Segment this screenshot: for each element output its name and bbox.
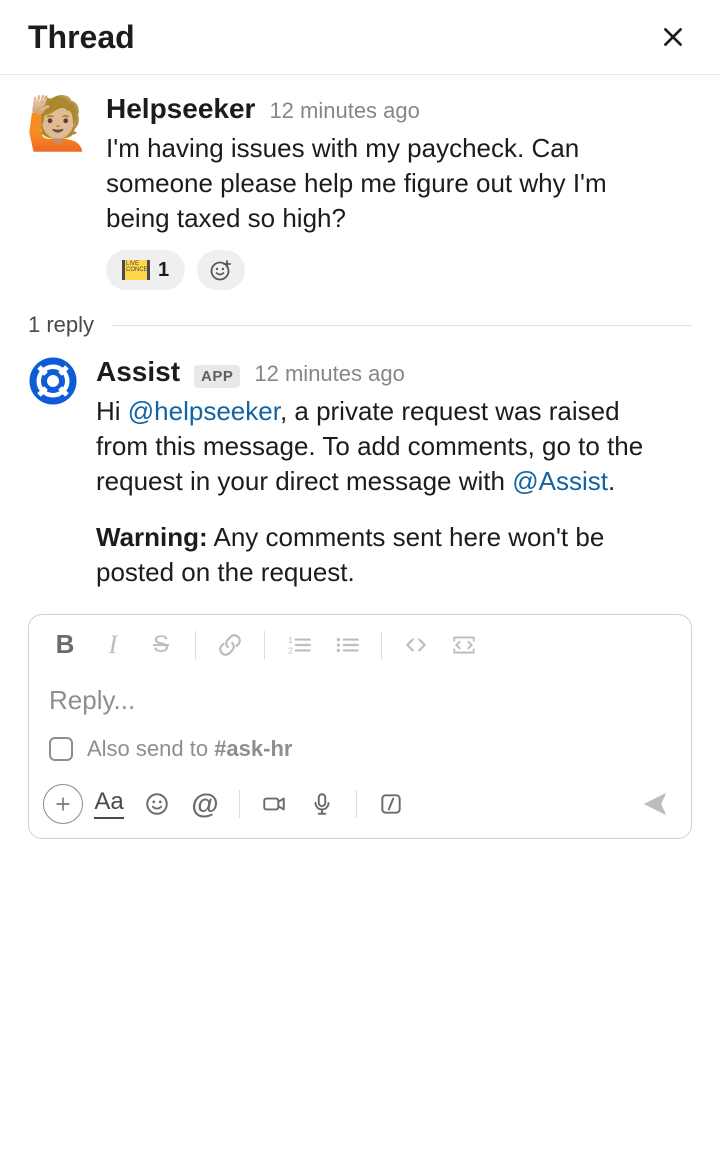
message-timestamp[interactable]: 12 minutes ago [269, 98, 419, 124]
thread-header: Thread [0, 0, 720, 75]
text-segment: . [608, 466, 615, 496]
separator-line [112, 325, 692, 326]
svg-text:1: 1 [288, 635, 293, 645]
also-send-pre: Also send to [87, 736, 214, 761]
assist-avatar[interactable] [28, 356, 78, 406]
app-badge: APP [194, 365, 240, 388]
link-icon [217, 632, 243, 658]
also-send-checkbox[interactable] [49, 737, 73, 761]
reaction-ticket[interactable]: LIVECONCERT 1 [106, 250, 185, 290]
add-reaction-button[interactable] [197, 250, 245, 290]
message-content: Assist APP 12 minutes ago Hi @helpseeker… [96, 356, 692, 589]
warning-label: Warning: [96, 522, 208, 552]
mention-helpseeker[interactable]: @helpseeker [128, 396, 280, 426]
format-toolbar: B I S 1 2 [29, 615, 691, 675]
mention-button[interactable]: @ [183, 784, 227, 824]
also-send-row: Also send to #ask-hr [29, 736, 691, 776]
also-send-label: Also send to #ask-hr [87, 736, 292, 762]
toolbar-separator [264, 631, 265, 659]
message-header: Helpseeker 12 minutes ago [106, 93, 692, 125]
text-segment: Hi [96, 396, 128, 426]
strikethrough-icon: S [153, 631, 169, 659]
at-icon: @ [191, 788, 218, 820]
mention-assist[interactable]: @Assist [512, 466, 608, 496]
ticket-icon: LIVECONCERT [122, 260, 150, 280]
bullet-list-button[interactable] [325, 625, 369, 665]
message-timestamp[interactable]: 12 minutes ago [254, 361, 404, 387]
reply-message: Assist APP 12 minutes ago Hi @helpseeker… [28, 356, 692, 589]
author-name[interactable]: Assist [96, 356, 180, 388]
emoji-icon [144, 791, 170, 817]
italic-button[interactable]: I [91, 625, 135, 665]
add-reaction-icon [209, 258, 233, 282]
message-text: I'm having issues with my paycheck. Can … [106, 131, 666, 236]
code-icon [403, 632, 429, 658]
compose-bottom-toolbar: Aa @ [29, 776, 691, 838]
formatting-toggle-button[interactable]: Aa [87, 784, 131, 824]
aa-icon: Aa [94, 788, 123, 819]
toolbar-separator [381, 631, 382, 659]
send-button[interactable] [633, 784, 677, 824]
bold-button[interactable]: B [43, 625, 87, 665]
italic-icon: I [109, 630, 118, 660]
compose-box: B I S 1 2 [28, 614, 692, 839]
helpseeker-avatar[interactable]: 🙋🏼 [28, 93, 88, 153]
bullet-list-icon [334, 632, 360, 658]
ordered-list-icon: 1 2 [286, 632, 312, 658]
message-header: Assist APP 12 minutes ago [96, 356, 692, 388]
slash-box-icon [378, 791, 404, 817]
reply-separator: 1 reply [28, 312, 692, 338]
toolbar-separator [356, 790, 357, 818]
close-thread-button[interactable] [654, 18, 692, 56]
reactions-row: LIVECONCERT 1 [106, 250, 692, 290]
message-warning: Warning: Any comments sent here won't be… [96, 520, 656, 590]
emoji-button[interactable] [135, 784, 179, 824]
bold-icon: B [56, 629, 75, 660]
send-icon [640, 789, 670, 819]
shortcuts-button[interactable] [369, 784, 413, 824]
message-text: Hi @helpseeker, a private request was ra… [96, 394, 656, 499]
toolbar-separator [195, 631, 196, 659]
plus-icon [53, 794, 73, 814]
code-block-button[interactable] [442, 625, 486, 665]
audio-button[interactable] [300, 784, 344, 824]
link-button[interactable] [208, 625, 252, 665]
original-message: 🙋🏼 Helpseeker 12 minutes ago I'm having … [28, 93, 692, 290]
thread-title: Thread [28, 19, 135, 56]
code-button[interactable] [394, 625, 438, 665]
lifebuoy-icon [29, 357, 77, 405]
attach-button[interactable] [43, 784, 83, 824]
close-icon [660, 24, 686, 50]
author-name[interactable]: Helpseeker [106, 93, 255, 125]
toolbar-separator [239, 790, 240, 818]
thread-body: 🙋🏼 Helpseeker 12 minutes ago I'm having … [0, 75, 720, 859]
reply-count: 1 reply [28, 312, 94, 338]
video-icon [261, 791, 287, 817]
reaction-count: 1 [158, 259, 169, 282]
reply-input[interactable]: Reply... [29, 675, 691, 736]
video-button[interactable] [252, 784, 296, 824]
message-content: Helpseeker 12 minutes ago I'm having iss… [106, 93, 692, 290]
svg-text:2: 2 [288, 645, 293, 655]
code-block-icon [451, 632, 477, 658]
microphone-icon [309, 791, 335, 817]
strikethrough-button[interactable]: S [139, 625, 183, 665]
ordered-list-button[interactable]: 1 2 [277, 625, 321, 665]
also-send-channel: #ask-hr [214, 736, 292, 761]
